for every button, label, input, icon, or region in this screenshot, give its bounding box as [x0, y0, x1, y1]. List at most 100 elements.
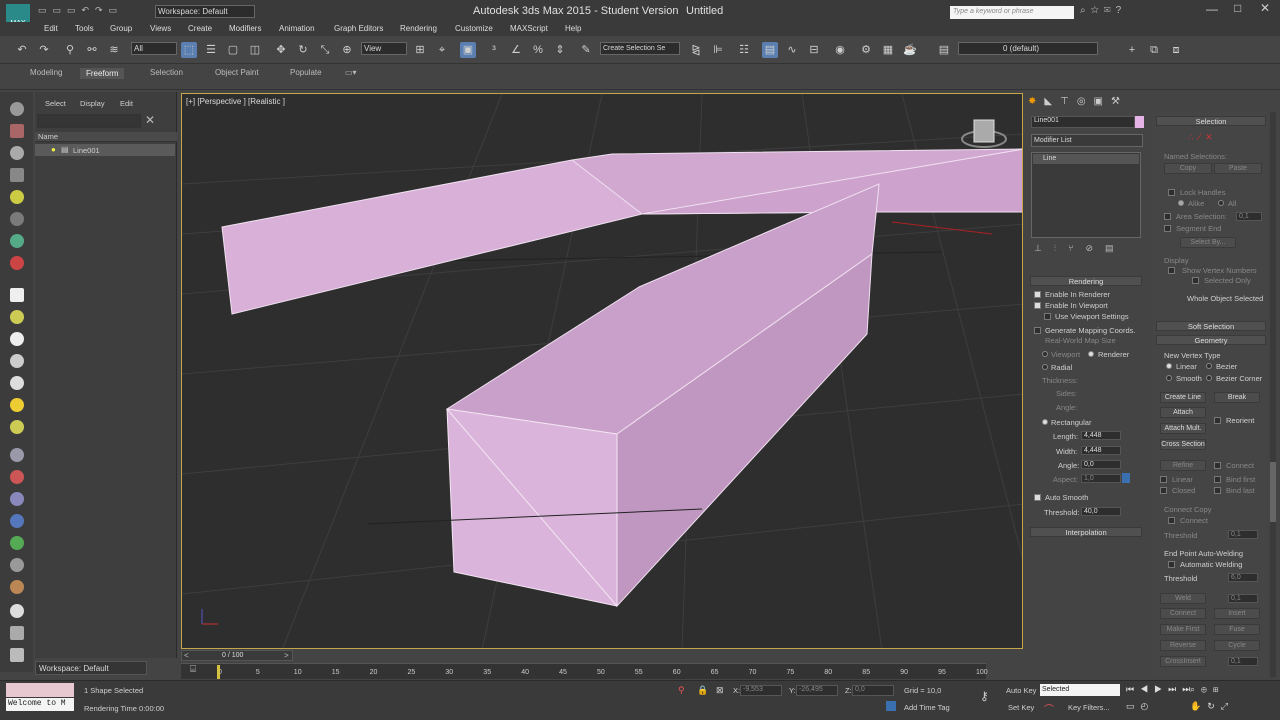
x-coordinate-field[interactable]: -9,553: [740, 685, 782, 696]
copy-button[interactable]: Copy: [1164, 163, 1212, 174]
set-key-icon[interactable]: ⌒: [1044, 701, 1054, 716]
ribbon-tab-freeform[interactable]: Freeform: [80, 68, 125, 79]
percent-snap-icon[interactable]: %: [530, 42, 546, 58]
stack-buttons[interactable]: ⊥⫶⑂⊘▤: [1034, 243, 1146, 255]
selection-lock-icon[interactable]: 🔒: [697, 685, 708, 696]
modify-tab-icon[interactable]: ◣: [1044, 96, 1060, 107]
bezier-corner-radio[interactable]: [1206, 375, 1212, 381]
threshold-copy-field[interactable]: 0,1: [1228, 530, 1258, 539]
key-set-dropdown[interactable]: Selected: [1040, 684, 1120, 696]
spinner-snap-icon[interactable]: ⇕: [552, 42, 568, 58]
transform-mode-icon[interactable]: ⊠: [716, 685, 724, 696]
crossinsert-button[interactable]: CrossInsert: [1160, 656, 1206, 667]
gen-mapping-checkbox[interactable]: [1034, 327, 1041, 334]
torus-icon[interactable]: [10, 420, 24, 434]
ribbon-tab-object-paint[interactable]: Object Paint: [215, 68, 259, 77]
isolate-icon[interactable]: ⚲: [678, 685, 685, 696]
key-filters-button[interactable]: Key Filters...: [1068, 703, 1110, 712]
create-layer-icon[interactable]: +: [1124, 42, 1140, 58]
refine-button[interactable]: Refine: [1160, 460, 1206, 471]
maxscript-listener[interactable]: [6, 683, 74, 697]
y-coordinate-field[interactable]: -26,495: [796, 685, 838, 696]
workspace-dropdown[interactable]: Workspace: Default: [155, 5, 255, 18]
panel-scrollbar[interactable]: [1270, 112, 1276, 677]
menu-graph-editors[interactable]: Graph Editors: [334, 24, 383, 33]
create-line-button[interactable]: Create Line: [1160, 392, 1206, 403]
bind-first-checkbox[interactable]: [1214, 476, 1221, 483]
menu-animation[interactable]: Animation: [279, 24, 315, 33]
rectangular-radio[interactable]: [1042, 419, 1048, 425]
next-frame-icon[interactable]: >: [284, 651, 289, 660]
sun-icon[interactable]: [10, 398, 24, 412]
window-crossing-icon[interactable]: ◫: [247, 42, 263, 58]
weld-field[interactable]: 0,1: [1228, 594, 1258, 603]
sphere-icon[interactable]: [10, 146, 24, 160]
maxscript-mini-input[interactable]: Welcome to M: [6, 698, 74, 711]
perspective-viewport[interactable]: [+] [Perspective ] [Realistic ]: [181, 93, 1023, 649]
display-tab-icon[interactable]: ▣: [1094, 96, 1111, 107]
light-icon[interactable]: [10, 190, 24, 204]
rendered-frame-icon[interactable]: ▦: [880, 42, 896, 58]
area-selection-checkbox[interactable]: [1164, 213, 1171, 220]
helper-icon[interactable]: [10, 234, 24, 248]
bind-space-warp-icon[interactable]: ≋: [106, 42, 122, 58]
render-setup-icon[interactable]: ⚙: [858, 42, 874, 58]
box2-icon[interactable]: [10, 288, 24, 302]
selection-rollout-header[interactable]: Selection: [1156, 116, 1266, 126]
key-icon[interactable]: ⚷: [980, 689, 989, 703]
bulb-icon[interactable]: ●: [51, 145, 56, 154]
reverse-button[interactable]: Reverse: [1160, 640, 1206, 651]
time-slider[interactable]: < 0 / 100 >: [181, 650, 293, 661]
linear-radio[interactable]: [1166, 363, 1172, 369]
paste-button[interactable]: Paste: [1214, 163, 1262, 174]
close-button[interactable]: ✕: [1260, 1, 1270, 15]
interpolation-rollout-header[interactable]: Interpolation: [1030, 527, 1142, 537]
track-bar[interactable]: 0510152025303540455055606570758085909510…: [181, 663, 988, 679]
box-icon[interactable]: [10, 124, 24, 138]
reorient-checkbox[interactable]: [1214, 417, 1221, 424]
move-icon[interactable]: ✥: [273, 42, 289, 58]
plane-icon[interactable]: [10, 168, 24, 182]
automatic-welding-checkbox[interactable]: [1168, 561, 1175, 568]
grid-icon[interactable]: [10, 626, 24, 640]
enable-renderer-checkbox[interactable]: [1034, 291, 1041, 298]
teapot-icon[interactable]: [10, 102, 24, 116]
weld-threshold-field[interactable]: 6,0: [1228, 573, 1258, 582]
explorer-menu-select[interactable]: Select: [45, 99, 66, 108]
frame-field-icons[interactable]: ▭◴: [1126, 701, 1154, 712]
image-icon[interactable]: [10, 648, 24, 662]
geosphere-icon[interactable]: [10, 354, 24, 368]
plant-icon[interactable]: [10, 536, 24, 550]
viewport-nav-controls[interactable]: ⌕⊕⊞: [1190, 684, 1225, 695]
length-field[interactable]: 4,448: [1081, 431, 1121, 440]
layer-select-icon[interactable]: ⧈: [1168, 42, 1184, 58]
menu-modifiers[interactable]: Modifiers: [229, 24, 261, 33]
curve-editor-icon[interactable]: ∿: [784, 42, 800, 58]
break-button[interactable]: Break: [1214, 392, 1260, 403]
globe-icon[interactable]: [10, 514, 24, 528]
bezier-radio[interactable]: [1206, 363, 1212, 369]
menu-customize[interactable]: Customize: [455, 24, 493, 33]
crossinsert-field[interactable]: 0,1: [1228, 657, 1258, 666]
menu-create[interactable]: Create: [188, 24, 212, 33]
ribbon-tab-modeling[interactable]: Modeling: [30, 68, 62, 77]
undo-icon[interactable]: ↶: [14, 42, 30, 58]
angle-field[interactable]: 0,0: [1081, 460, 1121, 469]
segment-end-checkbox[interactable]: [1164, 225, 1171, 232]
help-icons[interactable]: ⌕☆✉?: [1080, 5, 1126, 16]
space-warp-icon[interactable]: [10, 256, 24, 270]
add-to-layer-icon[interactable]: ⧉: [1146, 42, 1162, 58]
geometry-rollout-header[interactable]: Geometry: [1156, 335, 1266, 345]
angle-snap-icon[interactable]: ∠: [508, 42, 524, 58]
ribbon-tab-populate[interactable]: Populate: [290, 68, 322, 77]
sub-object-icons[interactable]: ∴∕✕: [1188, 132, 1218, 143]
menu-help[interactable]: Help: [565, 24, 581, 33]
select-by-button[interactable]: Select By...: [1180, 237, 1236, 248]
insert-button[interactable]: Insert: [1214, 608, 1260, 619]
width-field[interactable]: 4,448: [1081, 446, 1121, 455]
snap-3d-icon[interactable]: ³: [486, 42, 502, 58]
name-column-header[interactable]: Name: [38, 132, 58, 141]
radial-radio[interactable]: [1042, 364, 1048, 370]
ribbon-options-icon[interactable]: ▭▾: [345, 68, 357, 77]
paint-icon[interactable]: [10, 580, 24, 594]
